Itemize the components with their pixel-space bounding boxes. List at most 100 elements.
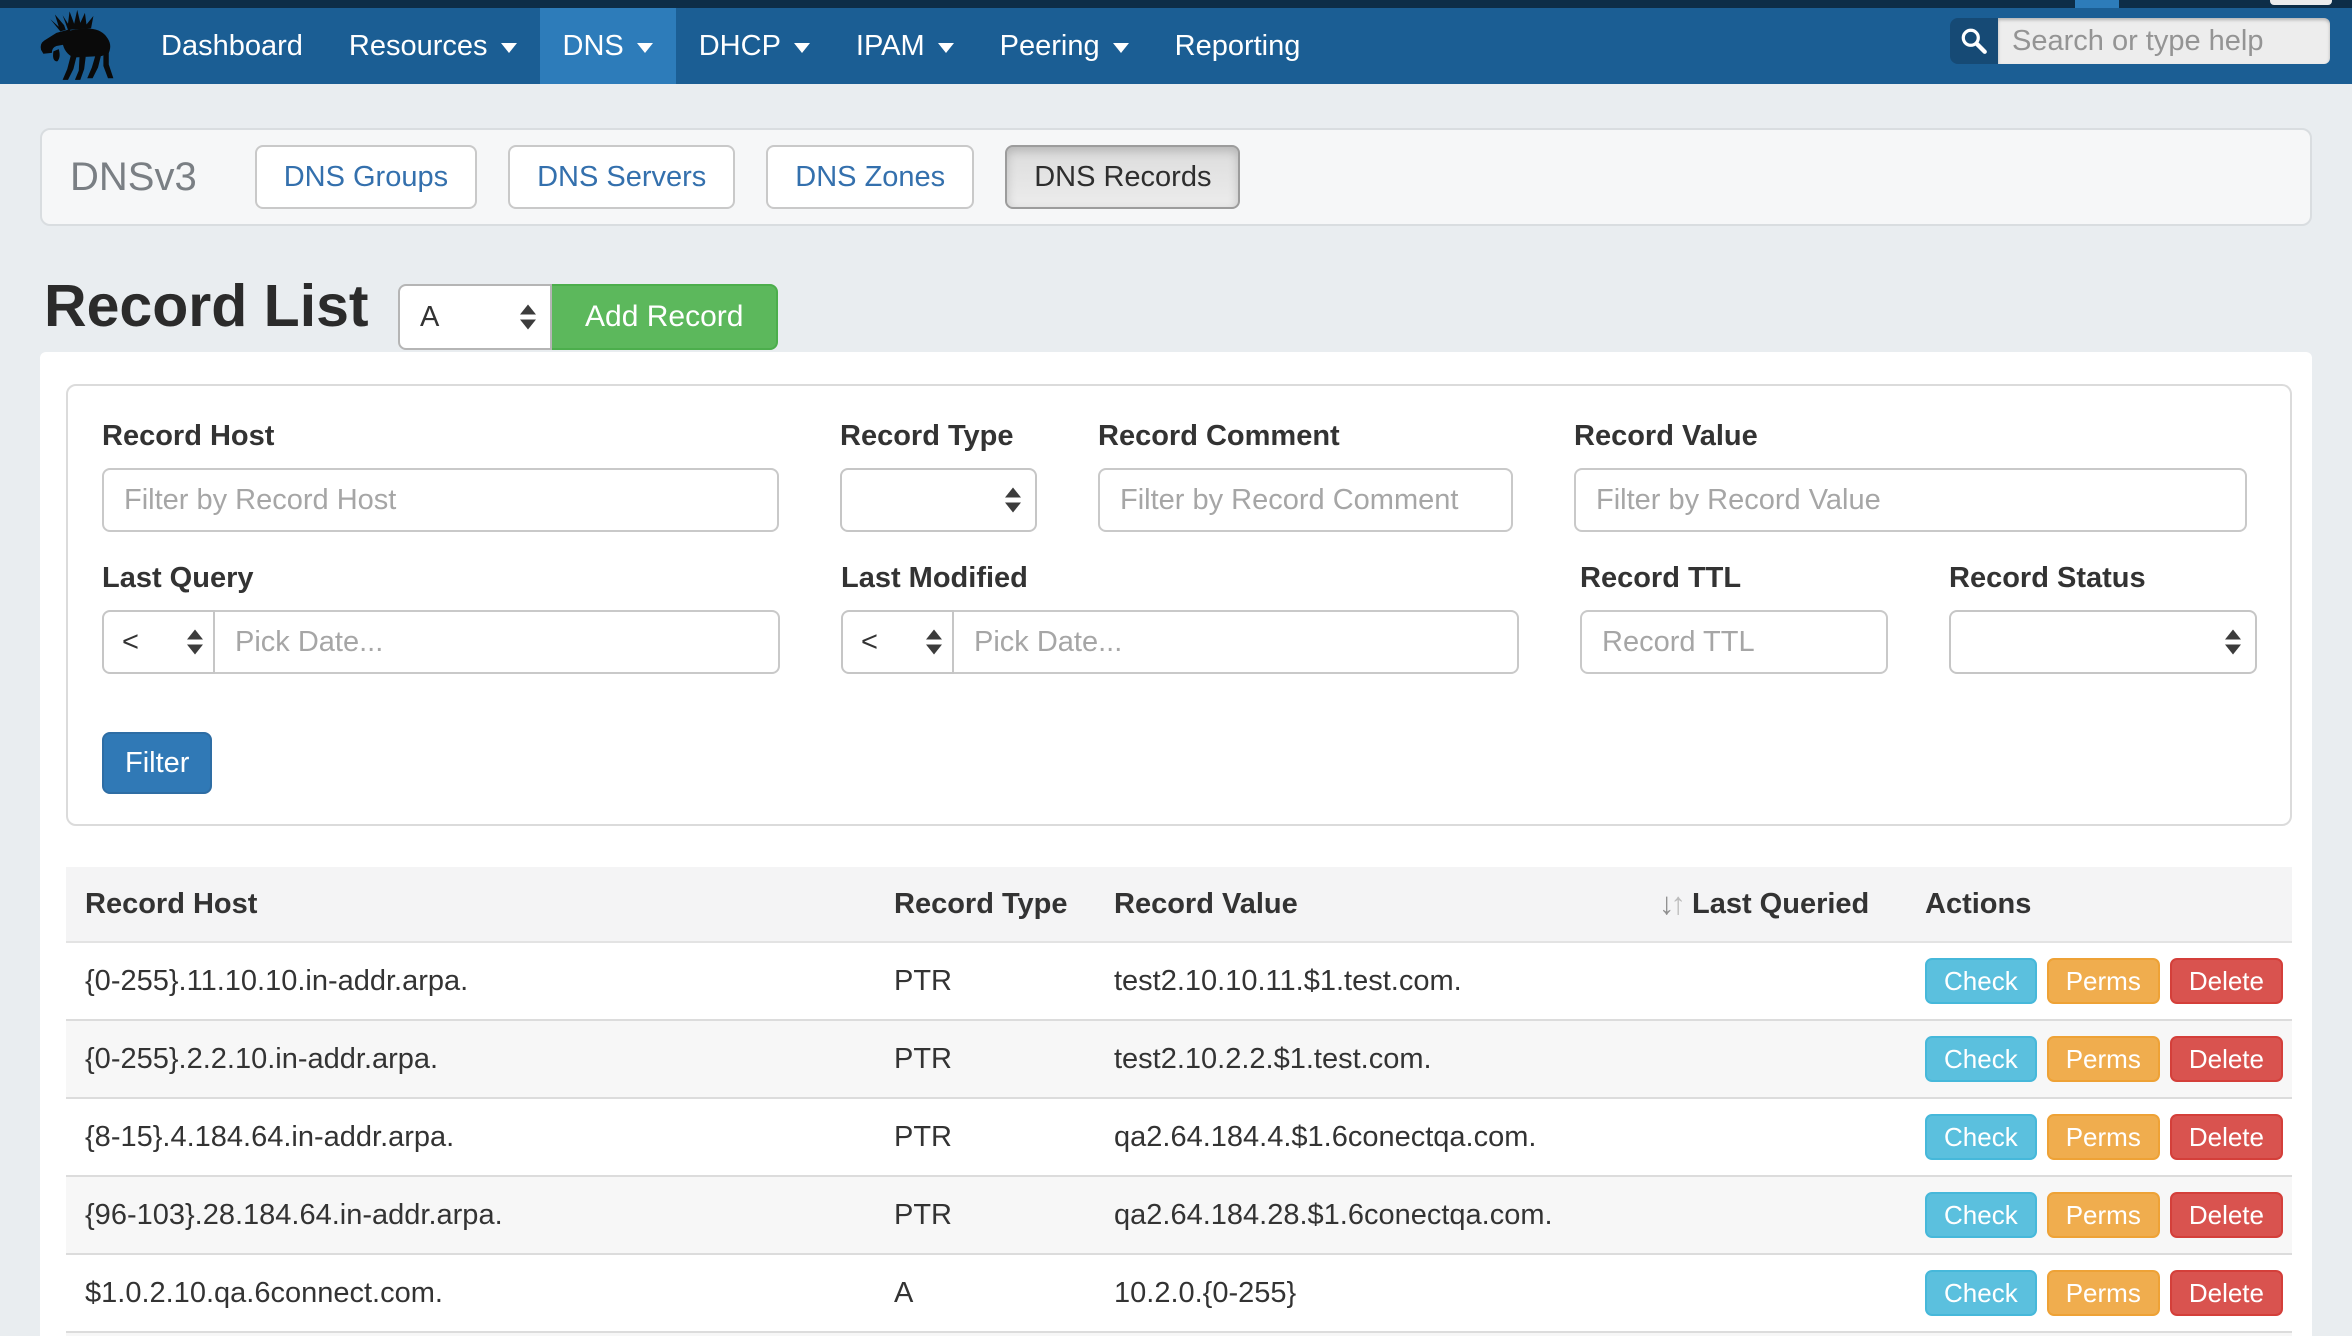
filter-button[interactable]: Filter (102, 732, 212, 794)
nav-item-dns[interactable]: DNS (540, 8, 676, 84)
nav-item-dashboard[interactable]: Dashboard (138, 8, 326, 84)
table-header-actions: Actions (1900, 888, 2292, 921)
check-button[interactable]: Check (1925, 1270, 2037, 1316)
chevron-down-icon (938, 43, 954, 53)
delete-button[interactable]: Delete (2170, 1192, 2283, 1238)
nav-item-label: Resources (349, 30, 488, 63)
top-edge-artifact (2075, 0, 2119, 8)
last-modified-label: Last Modified (841, 562, 1519, 594)
record-comment-filter-input[interactable] (1098, 468, 1513, 532)
record-type-filter-select[interactable] (840, 468, 1037, 532)
subnav-button-dns-records[interactable]: DNS Records (1005, 145, 1240, 209)
add-record-type-select[interactable]: A (398, 284, 552, 350)
record-value-cell: qa2.64.184.28.$1.6conectqa.com. (1100, 1199, 1645, 1232)
record-status-select[interactable] (1949, 610, 2257, 674)
subnav-button-dns-groups[interactable]: DNS Groups (255, 145, 477, 209)
record-host-cell: {8-15}.4.184.64.in-addr.arpa. (66, 1121, 880, 1154)
record-value-cell: test2.10.10.11.$1.test.com. (1100, 965, 1645, 998)
perms-button[interactable]: Perms (2047, 1114, 2160, 1160)
nav-item-label: Dashboard (161, 30, 303, 63)
main-card: Record Host Record Type Record Comment R… (40, 352, 2312, 1336)
add-record-button[interactable]: Add Record (550, 284, 778, 350)
chevron-down-icon (637, 43, 653, 53)
chevron-down-icon (501, 43, 517, 53)
nav-item-dhcp[interactable]: DHCP (676, 8, 833, 84)
nav-item-label: DNS (563, 30, 624, 63)
check-button[interactable]: Check (1925, 1036, 2037, 1082)
search-icon (1959, 26, 1989, 56)
perms-button[interactable]: Perms (2047, 1036, 2160, 1082)
table-row: {96-103}.28.184.64.in-addr.arpa.PTRqa2.6… (66, 1177, 2292, 1255)
table-header-record-value: Record Value (1100, 888, 1645, 921)
record-ttl-label: Record TTL (1580, 562, 1888, 594)
last-query-date-input[interactable] (215, 610, 780, 674)
filter-panel: Record Host Record Type Record Comment R… (66, 384, 2292, 826)
record-host-cell: {0-255}.2.2.10.in-addr.arpa. (66, 1043, 880, 1076)
delete-button[interactable]: Delete (2170, 958, 2283, 1004)
record-value-cell: test2.10.2.2.$1.test.com. (1100, 1043, 1645, 1076)
delete-button[interactable]: Delete (2170, 1114, 2283, 1160)
record-host-label: Record Host (102, 420, 779, 452)
select-stepper-icon (1005, 488, 1021, 513)
nav-item-label: Peering (1000, 30, 1100, 63)
record-host-cell: $1.0.2.10.qa.6connect.com. (66, 1277, 880, 1310)
select-stepper-icon (926, 630, 942, 655)
search-button[interactable] (1950, 18, 1998, 64)
record-host-cell: {0-255}.11.10.10.in-addr.arpa. (66, 965, 880, 998)
check-button[interactable]: Check (1925, 958, 2037, 1004)
record-ttl-input[interactable] (1580, 610, 1888, 674)
select-stepper-icon (520, 305, 536, 330)
nav-item-label: Reporting (1175, 30, 1301, 63)
subnav-button-dns-servers[interactable]: DNS Servers (508, 145, 735, 209)
record-value-cell: 10.2.0.{0-255} (1100, 1277, 1645, 1310)
brand-logo[interactable] (26, 8, 130, 84)
last-query-operator-select[interactable]: < (102, 610, 215, 674)
record-value-filter-input[interactable] (1574, 468, 2247, 532)
record-comment-label: Record Comment (1098, 420, 1513, 452)
delete-button[interactable]: Delete (2170, 1270, 2283, 1316)
record-status-label: Record Status (1949, 562, 2257, 594)
record-type-cell: PTR (880, 1121, 1100, 1154)
last-query-operator-value: < (122, 626, 139, 659)
last-modified-operator-select[interactable]: < (841, 610, 954, 674)
nav-item-label: DHCP (699, 30, 781, 63)
nav-item-peering[interactable]: Peering (977, 8, 1152, 84)
page-title: Record List (44, 272, 369, 340)
nav-item-ipam[interactable]: IPAM (833, 8, 977, 84)
search-input[interactable] (1998, 18, 2330, 64)
nav-menu: Dashboard Resources DNS DHCP IPAM Peering Repo… (138, 8, 1323, 84)
table-header-label: Last Queried (1692, 888, 1869, 921)
nav-item-label: IPAM (856, 30, 925, 63)
record-host-filter-input[interactable] (102, 468, 779, 532)
add-record-type-select-value: A (420, 301, 439, 334)
records-table: Record HostRecord TypeRecord Value↓↑Last… (66, 867, 2292, 1336)
check-button[interactable]: Check (1925, 1192, 2037, 1238)
chevron-down-icon (794, 43, 810, 53)
section-title: DNSv3 (70, 155, 197, 200)
table-row: {0-255}.2.2.10.in-addr.arpa.PTRtest2.10.… (66, 1021, 2292, 1099)
record-value-cell: qa2.64.184.4.$1.6conectqa.com. (1100, 1121, 1645, 1154)
moose-icon (28, 9, 128, 83)
last-query-label: Last Query (102, 562, 780, 594)
check-button[interactable]: Check (1925, 1114, 2037, 1160)
subnav-button-dns-zones[interactable]: DNS Zones (766, 145, 974, 209)
table-row: {8-15}.4.184.64.in-addr.arpa.PTRqa2.64.1… (66, 1099, 2292, 1177)
top-edge-artifact-light (2270, 0, 2332, 5)
perms-button[interactable]: Perms (2047, 1192, 2160, 1238)
nav-item-resources[interactable]: Resources (326, 8, 540, 84)
perms-button[interactable]: Perms (2047, 1270, 2160, 1316)
record-type-cell: A (880, 1277, 1100, 1310)
dns-section-panel: DNSv3 DNS GroupsDNS ServersDNS ZonesDNS … (40, 128, 2312, 226)
dns-section-buttons: DNS Groups DNS Servers DNS Zones DNS Record… (255, 145, 1272, 209)
last-modified-date-input[interactable] (954, 610, 1519, 674)
add-record-group: A Add Record (398, 284, 778, 350)
perms-button[interactable]: Perms (2047, 958, 2160, 1004)
record-type-label: Record Type (840, 420, 1037, 452)
navbar-search (1950, 18, 2330, 64)
nav-item-reporting[interactable]: Reporting (1152, 8, 1324, 84)
table-header-record-host: Record Host (66, 888, 880, 921)
record-type-cell: PTR (880, 1043, 1100, 1076)
table-header-last-queried[interactable]: ↓↑Last Queried (1645, 886, 1900, 922)
table-row: {0-255}.11.10.10.in-addr.arpa.PTRtest2.1… (66, 943, 2292, 1021)
delete-button[interactable]: Delete (2170, 1036, 2283, 1082)
